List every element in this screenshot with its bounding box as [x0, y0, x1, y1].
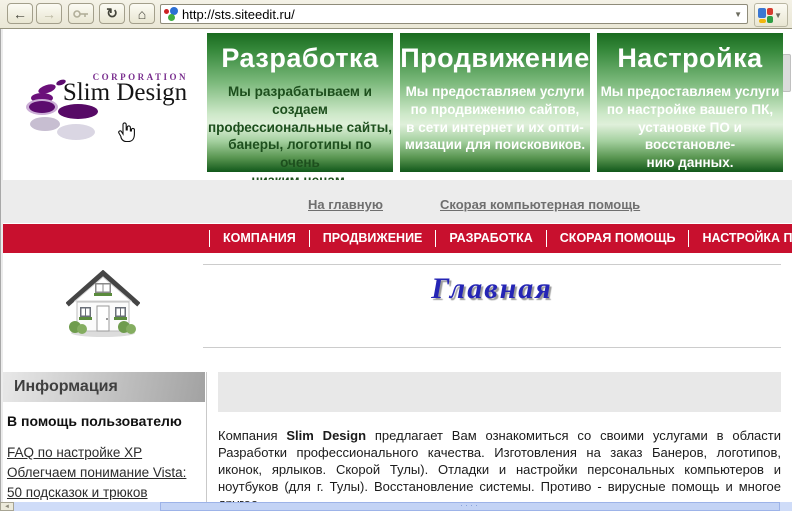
scrollbar-grip-icon: ···· [460, 503, 480, 508]
scroll-left-icon: ◄ [4, 504, 10, 510]
home-button[interactable]: ⌂ [129, 3, 155, 24]
reload-icon: ↻ [106, 5, 118, 22]
forward-button[interactable]: → [36, 3, 62, 24]
address-bar[interactable]: ▼ [160, 4, 748, 24]
key-icon [73, 9, 89, 19]
sidebar-link-vista-tips[interactable]: Облегчаем понимание Vista: 50 подсказок … [7, 463, 203, 503]
service-description: Мы предоставляем услуги по продвижению с… [400, 83, 590, 154]
sidebar-links: FAQ по настройке XP Облегчаем понимание … [7, 443, 203, 503]
sidebar-subheader: В помощь пользователю [7, 413, 182, 429]
sidebar-link-faq-xp[interactable]: FAQ по настройке XP [7, 443, 203, 463]
sidebar-divider [206, 372, 207, 502]
cursor-icon [116, 120, 136, 144]
service-title: Настройка [597, 43, 783, 74]
browser-extension-button[interactable]: ▼ [754, 3, 788, 27]
logo-name-text: Slim Design [60, 79, 190, 107]
address-bar-input[interactable] [180, 7, 729, 22]
site-logo[interactable]: CORPORATION Slim Design [3, 29, 205, 180]
menu-item-prodvizhenie[interactable]: ПРОДВИЖЕНИЕ [309, 230, 436, 247]
menu-item-kompaniya[interactable]: КОМПАНИЯ [209, 230, 309, 247]
house-image [66, 270, 140, 338]
intro-paragraph: Компания Slim Design предлагает Вам озна… [218, 427, 781, 511]
forward-icon: → [42, 6, 56, 22]
horizontal-scrollbar-thumb[interactable]: ···· [160, 502, 780, 511]
vertical-scrollbar-thumb[interactable] [782, 54, 791, 92]
link-home[interactable]: На главную [308, 197, 383, 212]
extension-icon [758, 8, 769, 23]
browser-window: ← → ↻ ⌂ ▼ ▼ [0, 0, 792, 511]
service-box-nastroika[interactable]: Настройка Мы предоставляем услуги по нас… [597, 33, 783, 172]
content-placeholder-block [218, 372, 781, 412]
browser-toolbar: ← → ↻ ⌂ ▼ ▼ [0, 0, 792, 29]
scroll-left-button[interactable]: ◄ [0, 502, 14, 511]
site-favicon-icon [164, 7, 180, 21]
logo-ellipse [29, 101, 55, 113]
divider [203, 347, 781, 348]
menu-item-razrabotka[interactable]: РАЗРАБОТКА [435, 230, 545, 247]
menu-item-skoraya-pomosch[interactable]: СКОРАЯ ПОМОЩЬ [546, 230, 689, 247]
menu-item-nastroika-pk[interactable]: НАСТРОЙКА ПК [688, 230, 792, 247]
logo-ellipse [58, 104, 98, 119]
link-computer-help[interactable]: Скорая компьютерная помощь [440, 197, 640, 212]
paragraph-prefix: Компания [218, 428, 286, 443]
top-links-strip: На главную Скорая компьютерная помощь [3, 180, 792, 223]
main-menu: КОМПАНИЯ ПРОДВИЖЕНИЕ РАЗРАБОТКА СКОРАЯ П… [3, 224, 792, 253]
address-dropdown-icon[interactable]: ▼ [729, 10, 747, 19]
service-box-prodvizhenie[interactable]: Продвижение Мы предоставляем услуги по п… [400, 33, 590, 172]
back-icon: ← [13, 6, 27, 22]
page-title: Главная [203, 272, 781, 306]
sidebar-header: Информация [3, 372, 205, 402]
divider [203, 264, 781, 265]
service-title: Разработка [207, 43, 393, 74]
service-description: Мы разрабатываем и создаем профессиональ… [207, 83, 393, 190]
logo-ellipse [30, 117, 60, 131]
sidebar-header-label: Информация [14, 378, 118, 396]
reload-button[interactable]: ↻ [99, 3, 125, 24]
service-description: Мы предоставляем услуги по настройке ваш… [597, 83, 783, 172]
horizontal-scrollbar[interactable]: ◄ ···· [0, 502, 792, 511]
brand-name: Slim Design [286, 428, 366, 443]
home-icon: ⌂ [138, 6, 146, 22]
key-button[interactable] [68, 3, 94, 24]
service-title: Продвижение [400, 43, 590, 74]
service-box-razrabotka[interactable]: Разработка Мы разрабатываем и создаем пр… [207, 33, 393, 172]
back-button[interactable]: ← [7, 3, 33, 24]
logo-ellipse [57, 124, 95, 140]
